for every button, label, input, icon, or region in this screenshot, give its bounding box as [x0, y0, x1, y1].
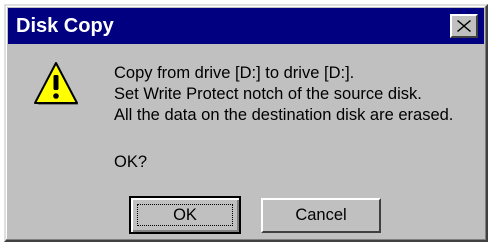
- window-title: Disk Copy: [16, 15, 114, 37]
- focus-rectangle: [137, 204, 233, 226]
- disk-copy-dialog: Disk Copy Copy from drive [D:] to drive …: [4, 4, 488, 242]
- cancel-button[interactable]: Cancel: [261, 198, 381, 233]
- close-icon: [457, 20, 471, 32]
- message-line: Copy from drive [D:] to drive [D:].: [114, 64, 355, 82]
- message-line: Set Write Protect notch of the source di…: [114, 85, 422, 103]
- cancel-button-label: Cancel: [295, 206, 347, 224]
- message-text: Copy from drive [D:] to drive [D:]. Set …: [114, 63, 453, 126]
- message-line: All the data on the destination disk are…: [114, 106, 454, 124]
- warning-icon: [34, 62, 78, 105]
- ok-button[interactable]: OK: [129, 196, 241, 234]
- close-button[interactable]: [450, 14, 478, 38]
- title-bar[interactable]: Disk Copy: [8, 8, 484, 44]
- confirm-question: OK?: [114, 153, 148, 171]
